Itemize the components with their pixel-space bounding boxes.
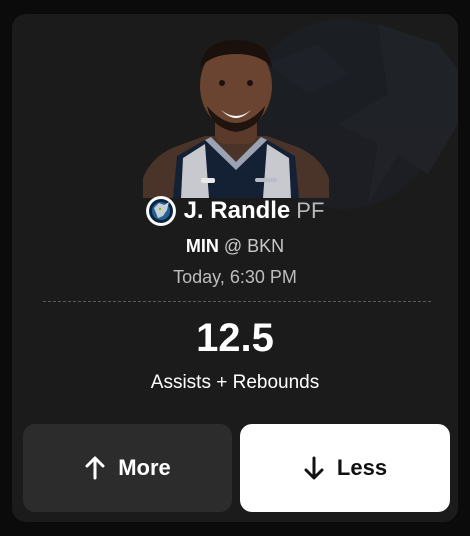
matchup-separator: @ <box>223 236 243 256</box>
home-team: MIN <box>185 236 219 256</box>
more-button[interactable]: More <box>23 424 232 512</box>
arrow-down-icon <box>304 456 324 480</box>
away-team: BKN <box>247 236 285 256</box>
less-button[interactable]: Less <box>240 424 450 512</box>
projection-line: 12.5 <box>196 316 274 360</box>
less-button-label: Less <box>336 455 388 480</box>
more-button-label: More <box>118 455 171 480</box>
player-position: PF <box>296 198 325 223</box>
player-name-row: J. Randle PF <box>12 196 458 226</box>
arrow-up-icon <box>85 456 105 480</box>
game-time: Today, 6:30 PM <box>173 267 297 287</box>
divider <box>43 301 431 302</box>
matchup: MIN @ BKN <box>12 236 458 257</box>
team-logo-icon <box>145 196 176 226</box>
player-name: J. Randle <box>183 197 291 224</box>
projection-card[interactable]: J. Randle PF MIN @ BKN Today, 6:30 PM 12… <box>12 14 458 522</box>
player-headshot <box>143 40 329 198</box>
stat-type: Assists + Rebounds <box>150 372 320 393</box>
